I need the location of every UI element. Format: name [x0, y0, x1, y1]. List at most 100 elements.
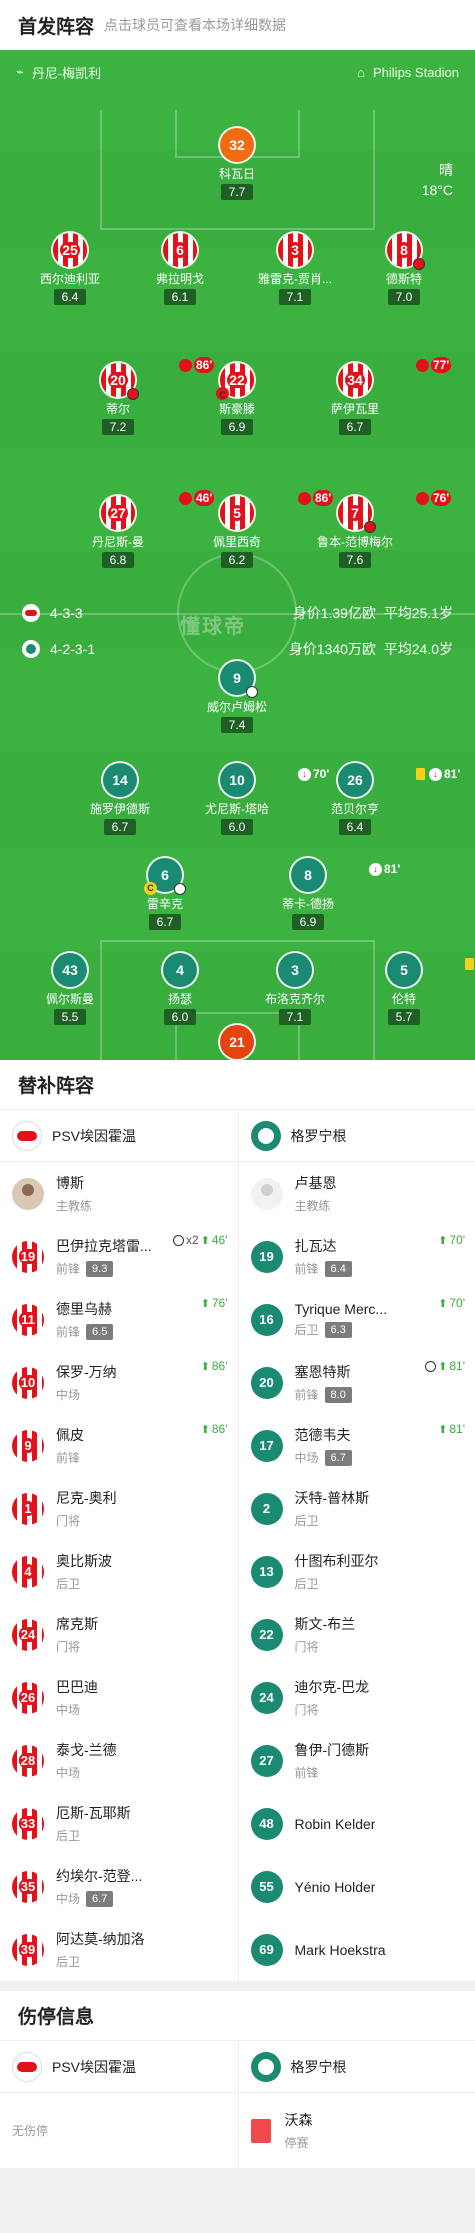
- player-meta: 中场: [56, 1764, 117, 1781]
- psv-sub-row[interactable]: 35 约埃尔-范登... 中场 6.7: [0, 1855, 238, 1918]
- gro-player[interactable]: 10 ↓ 70' 尤尼斯-塔哈 6.0: [177, 763, 329, 836]
- player-number-text: 5: [231, 505, 243, 521]
- gro-player[interactable]: 9 威尔卢姆松 7.4: [177, 661, 297, 734]
- gro-player[interactable]: 8 ↓ 81' 蒂卡-德扬 6.9: [248, 858, 400, 931]
- player-name: 蒂尔: [105, 402, 130, 416]
- player-rating: 8.0: [324, 1386, 352, 1403]
- groningen-sub-row[interactable]: 27 鲁伊-门德斯 前锋: [239, 1729, 475, 1792]
- player-number: 39: [12, 1933, 44, 1966]
- sub-minute: 76': [211, 1296, 228, 1310]
- subs-section-title: 替补阵容: [0, 1060, 475, 1110]
- psv-player[interactable]: 7 ↓ 76' 鲁本-范博梅尔 7.6: [295, 490, 452, 569]
- groningen-team-row[interactable]: 格罗宁根: [238, 1110, 475, 1162]
- psv-sub-row[interactable]: 26 巴巴迪 中场: [0, 1666, 238, 1729]
- suspended-player-name: 沃森: [284, 2112, 313, 2128]
- venue-bar: ⌁ 丹尼-梅凯利 ⌂ Philips Stadion: [0, 50, 475, 94]
- groningen-team-name: 格罗宁根: [290, 1127, 347, 1144]
- gro-player[interactable]: 14 施罗伊德斯 6.7: [60, 763, 180, 836]
- psv-injury-team-row: PSV埃因霍温: [0, 2041, 238, 2093]
- psv-formation: 4-3-3: [50, 605, 83, 621]
- sub-minute: 81': [449, 1422, 465, 1436]
- player-rating: 6.7: [86, 1890, 114, 1907]
- groningen-sub-row[interactable]: 48 Robin Kelder: [239, 1792, 475, 1855]
- psv-sub-row[interactable]: 39 阿达莫-纳加洛 后卫: [0, 1918, 238, 1981]
- psv-sub-row[interactable]: 4 奥比斯波 后卫: [0, 1540, 238, 1603]
- injury-grid: PSV埃因霍温 无伤停 格罗宁根 沃森 停赛: [0, 2041, 475, 2168]
- psv-coach[interactable]: 博斯 主教练: [0, 1162, 238, 1225]
- player-name: 雅雷克-贾肖...: [258, 272, 332, 286]
- psv-sub-row[interactable]: 33 厄斯-瓦耶斯 后卫: [0, 1792, 238, 1855]
- psv-sub-row[interactable]: 11 德里乌赫 前锋 6.5 ⬆ 76': [0, 1288, 238, 1351]
- groningen-sub-row[interactable]: 55 Yénio Holder: [239, 1855, 475, 1918]
- player-rating: 6.7: [338, 419, 372, 435]
- gro-player[interactable]: 5↓70' 伦特 5.7: [344, 953, 474, 1026]
- groningen-sub-row[interactable]: 13 什图布利亚尔 后卫: [239, 1540, 475, 1603]
- gro-player[interactable]: 4 扬瑟 6.0: [120, 953, 240, 1026]
- groningen-sub-row[interactable]: 16 Tyrique Merc... 后卫 6.3 ⬆ 70': [239, 1288, 475, 1351]
- groningen-sub-row[interactable]: 69 Mark Hoekstra: [239, 1918, 475, 1981]
- groningen-coach[interactable]: 卢基恩 主教练: [239, 1162, 475, 1225]
- gro-player[interactable]: 21朱尔朱斯5.6: [177, 1025, 297, 1060]
- gro-player[interactable]: 43 佩尔斯曼 5.5: [10, 953, 130, 1026]
- psv-player[interactable]: 5 ↓ 86' 佩里西奇 6.2: [177, 490, 334, 569]
- groningen-formation-bar: 4-2-3-1 身价1340万欧 平均24.0岁: [22, 639, 453, 659]
- player-number: 6: [163, 233, 197, 267]
- psv-player[interactable]: 3 雅雷克-贾肖... 7.1: [235, 233, 355, 306]
- psv-sub-row[interactable]: 10 保罗-万纳 中场 ⬆ 86': [0, 1351, 238, 1414]
- groningen-sub-row[interactable]: 20 塞恩特斯 前锋 8.0 ⬆ 81': [239, 1351, 475, 1414]
- groningen-sub-row[interactable]: 2 沃特-普林斯 后卫: [239, 1477, 475, 1540]
- substitution-event: ↓ 81': [369, 852, 400, 886]
- groningen-sub-row[interactable]: 19 扎瓦达 前锋 6.4 ⬆ 70': [239, 1225, 475, 1288]
- player-position: 门将: [294, 1703, 319, 1717]
- sub-on-icon: ⬆: [200, 1234, 210, 1247]
- coach-name: 卢基恩: [294, 1175, 337, 1191]
- psv-team-row[interactable]: PSV埃因霍温: [0, 1110, 238, 1162]
- player-number-text: 20: [108, 372, 128, 388]
- psv-logo-icon: [12, 1120, 42, 1151]
- sub-minute: 76': [431, 490, 452, 506]
- whistle-icon: ⌁: [16, 64, 24, 79]
- gro-player[interactable]: 26 ↓ 81' 范贝尔亨 6.4: [295, 763, 460, 836]
- psv-player[interactable]: 32 科瓦日 7.7: [177, 128, 297, 201]
- player-info: 泰戈-兰德中场: [56, 1740, 117, 1781]
- groningen-sub-row[interactable]: 24 迪尔克-巴龙 门将: [239, 1666, 475, 1729]
- player-number-text: 34: [345, 372, 365, 388]
- player-number: 16: [250, 1303, 283, 1336]
- player-rating: 6.7: [148, 914, 182, 930]
- sub-off-icon: ↓: [429, 767, 442, 781]
- psv-player[interactable]: 22 C 斯豪滕 6.9: [177, 363, 297, 436]
- psv-sub-row[interactable]: 1 尼克-奥利 门将: [0, 1477, 238, 1540]
- player-info: 斯文-布兰 门将: [295, 1614, 356, 1655]
- psv-player[interactable]: 34 ↓ 77' 萨伊瓦里 6.7: [295, 357, 452, 436]
- player-meta: 后卫: [56, 1575, 112, 1592]
- psv-player[interactable]: 8 德斯特 7.0: [344, 233, 464, 306]
- psv-player[interactable]: 20 ↓ 86' 蒂尔 7.2: [58, 357, 215, 436]
- player-number: 24: [12, 1618, 44, 1651]
- psv-sub-row[interactable]: 19 巴伊拉克塔雷... 前锋 9.3 x2 ⬆ 46': [0, 1225, 238, 1288]
- suspended-player[interactable]: 沃森 停赛: [239, 2093, 475, 2168]
- psv-sub-row[interactable]: 9 佩皮 前锋 ⬆ 86': [0, 1414, 238, 1477]
- player-name: Yénio Holder: [294, 1878, 376, 1895]
- psv-player[interactable]: 27 ↓ 46' 丹尼斯-曼 6.8: [58, 490, 215, 569]
- player-number: 8 ↓ 81': [291, 858, 400, 892]
- gro-player[interactable]: 6 C 雷辛克 6.7: [105, 858, 225, 931]
- psv-player[interactable]: 6 弗拉明戈 6.1: [120, 233, 240, 306]
- player-rating: 7.0: [387, 289, 421, 305]
- gro-player[interactable]: 3 布洛克齐尔 7.1: [235, 953, 355, 1026]
- groningen-formation: 4-2-3-1: [50, 641, 96, 657]
- sub-event: ⬆ 81': [425, 1359, 465, 1373]
- player-number: 19: [12, 1240, 44, 1273]
- psv-player[interactable]: 25 西尔迪利亚 6.4: [10, 233, 130, 306]
- groningen-sub-row[interactable]: 17 范德韦夫 中场 6.7 ⬆ 81': [239, 1414, 475, 1477]
- player-number: 55: [250, 1870, 283, 1903]
- player-number: 10: [12, 1366, 44, 1399]
- player-number: 10 ↓ 70': [220, 763, 329, 797]
- groningen-sub-row[interactable]: 22 斯文-布兰 门将: [239, 1603, 475, 1666]
- psv-sub-row[interactable]: 28 泰戈-兰德 中场: [0, 1729, 238, 1792]
- player-position: 后卫: [56, 1577, 81, 1591]
- psv-sub-row[interactable]: 24 席克斯 门将: [0, 1603, 238, 1666]
- player-name: 伦特: [391, 992, 416, 1006]
- player-name: 泰戈-兰德: [56, 1742, 117, 1758]
- groningen-logo-icon: [250, 2051, 281, 2082]
- player-info: 巴巴迪 中场: [56, 1677, 98, 1718]
